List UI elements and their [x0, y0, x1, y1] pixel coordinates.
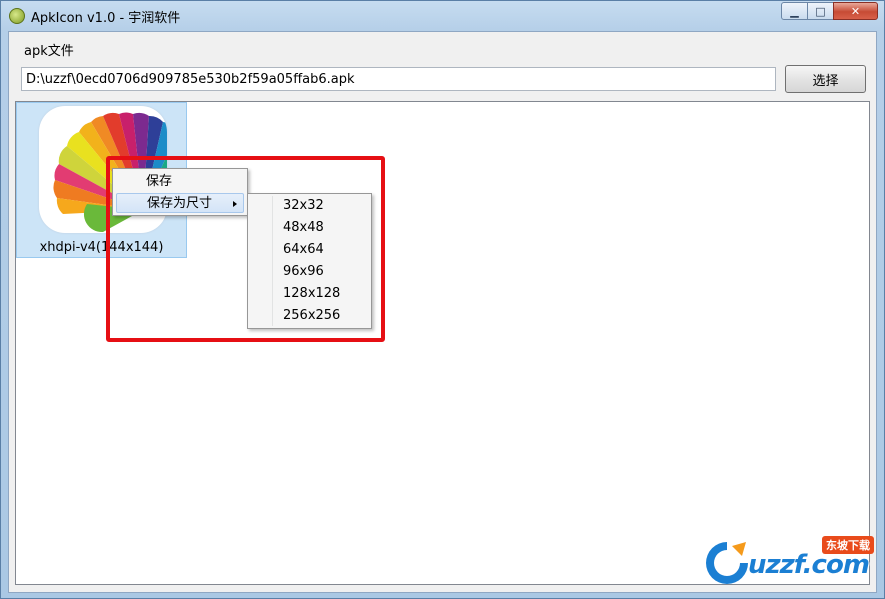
annotation-highlight-box [106, 156, 385, 342]
apk-path-input[interactable] [21, 67, 776, 91]
caption-buttons: ▁ □ ✕ [781, 2, 878, 20]
choose-button[interactable]: 选择 [785, 65, 866, 93]
window-title: ApkIcon v1.0 - 宇润软件 [31, 11, 181, 26]
close-icon: ✕ [850, 4, 861, 18]
minimize-button[interactable]: ▁ [781, 2, 808, 20]
android-app-icon [9, 8, 25, 24]
minimize-icon: ▁ [790, 4, 799, 18]
watermark-logo-icon [706, 542, 748, 584]
apk-file-label: apk文件 [24, 44, 74, 59]
maximize-icon: □ [815, 4, 826, 18]
close-button[interactable]: ✕ [833, 2, 878, 20]
maximize-button[interactable]: □ [807, 2, 834, 20]
watermark: 东坡下载 uzzf.com [700, 536, 880, 588]
watermark-text: uzzf.com [748, 550, 870, 580]
title-bar[interactable]: ApkIcon v1.0 - 宇润软件 ▁ □ ✕ [1, 1, 884, 31]
